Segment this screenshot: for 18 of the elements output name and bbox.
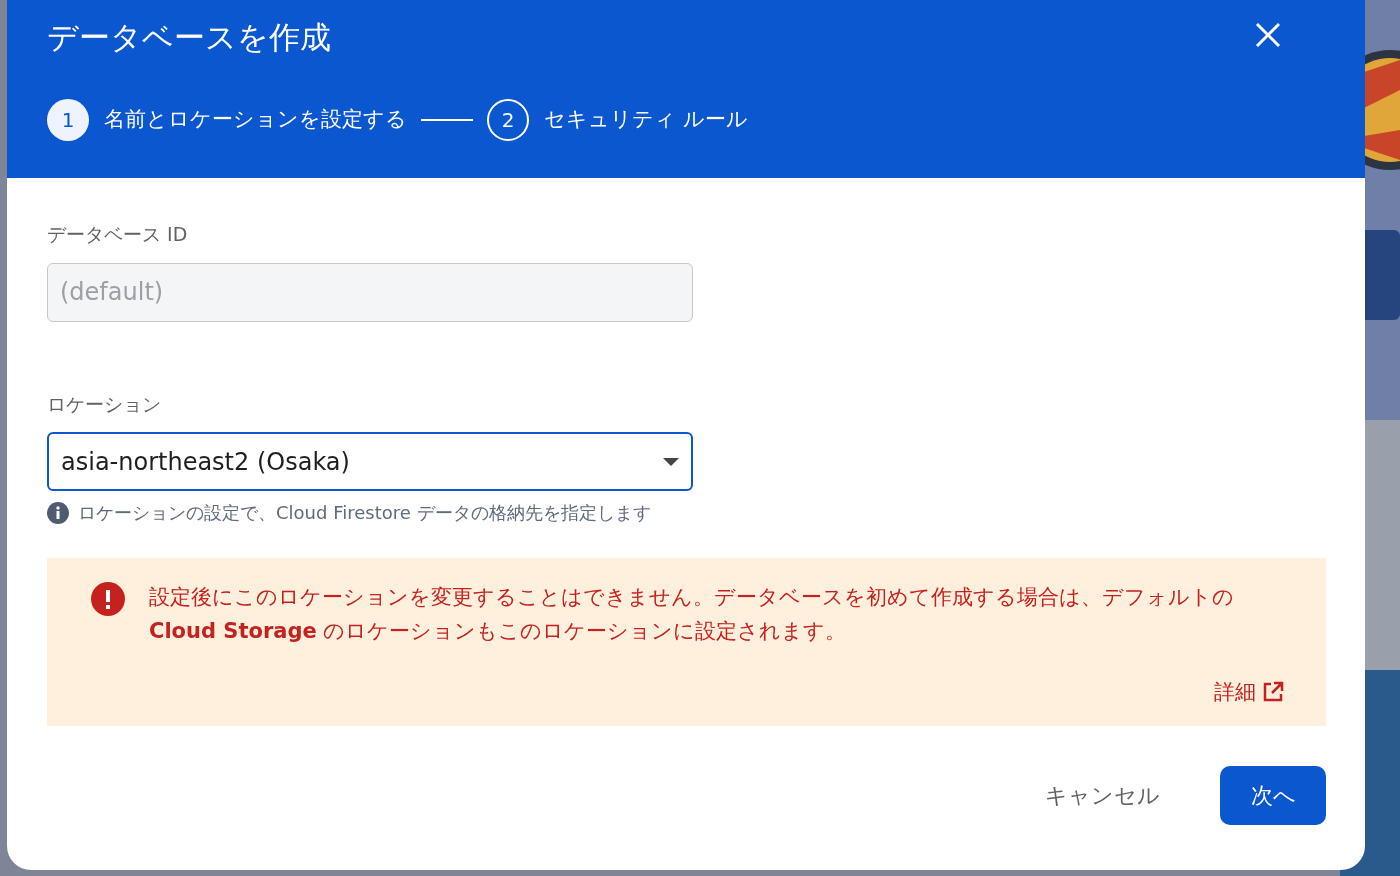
close-button[interactable] (1255, 22, 1281, 49)
details-link[interactable]: 詳細 (1214, 676, 1284, 708)
info-icon (47, 501, 69, 524)
error-icon (91, 582, 125, 616)
location-select[interactable]: asia-northeast2 (Osaka) (47, 432, 693, 491)
external-link-icon (1262, 681, 1284, 704)
cancel-button[interactable]: キャンセル (1011, 766, 1194, 825)
step-label: セキュリティ ルール (544, 105, 748, 133)
dropdown-caret-icon (663, 457, 679, 466)
dialog-title: データベースを作成 (47, 18, 331, 57)
next-button[interactable]: 次へ (1220, 766, 1326, 825)
hint-text: ロケーションの設定で、Cloud Firestore データの格納先を指定します (78, 501, 651, 525)
field-label: ロケーション (47, 391, 162, 417)
step-label: 名前とロケーションを設定する (104, 105, 407, 133)
step-number: 2 (487, 98, 529, 141)
field-label: データベース ID (47, 222, 189, 247)
warning-text: 設定後にこのロケーションを変更することはできません。データベースを初めて作成する場合は、デフォルトの Cloud Storage のロケーションもこのロケーションに設定されます。 (149, 584, 1235, 645)
step-number: 1 (47, 98, 89, 141)
